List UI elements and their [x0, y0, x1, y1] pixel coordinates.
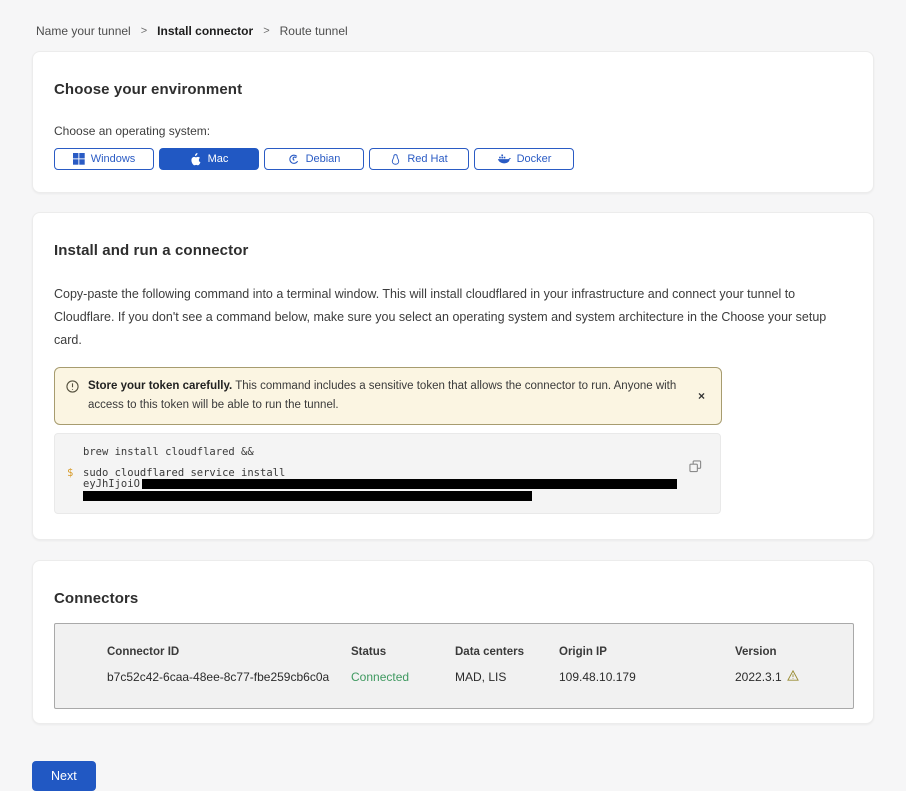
windows-logo-icon: [73, 153, 85, 165]
os-select-label: Choose an operating system:: [54, 124, 852, 138]
close-icon[interactable]: ×: [694, 388, 709, 404]
debian-swirl-icon: [288, 153, 300, 165]
os-button-mac[interactable]: Mac: [159, 148, 259, 170]
redacted-token-bar: [142, 479, 677, 489]
column-header-version: Version: [735, 646, 853, 658]
install-description: Copy-paste the following command into a …: [54, 283, 850, 352]
token-prefix: eyJhIjoiO: [83, 479, 140, 491]
column-header-origin-ip: Origin IP: [559, 646, 735, 658]
connectors-table: Connector ID Status Data centers Origin …: [54, 623, 854, 709]
os-button-label: Docker: [517, 153, 552, 165]
data-centers-value: MAD, LIS: [455, 670, 559, 684]
terminal-prompt: $: [67, 468, 83, 480]
column-header-data-centers: Data centers: [455, 646, 559, 658]
os-button-docker[interactable]: Docker: [474, 148, 574, 170]
connectors-card-title: Connectors: [54, 590, 852, 607]
docker-whale-icon: [497, 154, 511, 165]
os-button-label: Red Hat: [407, 153, 447, 165]
environment-card-title: Choose your environment: [54, 81, 852, 98]
column-header-status: Status: [351, 646, 455, 658]
token-warning-text: Store your token carefully. This command…: [88, 377, 685, 415]
warning-triangle-icon: [787, 670, 799, 684]
os-button-group: Windows Mac Debian Red Hat Docker: [54, 148, 852, 170]
origin-ip-value: 109.48.10.179: [559, 670, 735, 684]
alert-circle-icon: [66, 380, 79, 400]
token-warning-title: Store your token carefully.: [88, 380, 232, 392]
breadcrumb-step-route-tunnel[interactable]: Route tunnel: [280, 24, 348, 38]
install-connector-card: Install and run a connector Copy-paste t…: [32, 212, 874, 540]
install-command-block: brew install cloudflared && $ sudo cloud…: [54, 433, 721, 514]
breadcrumb-separator: >: [263, 25, 269, 37]
column-header-connector-id: Connector ID: [107, 646, 351, 658]
table-row: b7c52c42-6caa-48ee-8c77-fbe259cb6c0a Con…: [107, 670, 853, 684]
os-button-windows[interactable]: Windows: [54, 148, 154, 170]
breadcrumb: Name your tunnel > Install connector > R…: [0, 0, 906, 38]
os-button-label: Windows: [91, 153, 136, 165]
os-button-label: Mac: [208, 153, 229, 165]
environment-card: Choose your environment Choose an operat…: [32, 51, 874, 193]
install-card-title: Install and run a connector: [54, 242, 852, 259]
breadcrumb-step-name-your-tunnel[interactable]: Name your tunnel: [36, 24, 131, 38]
connector-id-value: b7c52c42-6caa-48ee-8c77-fbe259cb6c0a: [107, 670, 351, 684]
token-warning-banner: Store your token carefully. This command…: [54, 367, 722, 425]
copy-icon[interactable]: [687, 458, 704, 478]
version-value: 2022.3.1: [735, 670, 853, 684]
apple-icon: [190, 153, 202, 166]
os-button-debian[interactable]: Debian: [264, 148, 364, 170]
breadcrumb-step-install-connector[interactable]: Install connector: [157, 24, 253, 38]
version-number: 2022.3.1: [735, 670, 782, 684]
os-button-redhat[interactable]: Red Hat: [369, 148, 469, 170]
redhat-penguin-icon: [390, 153, 401, 166]
breadcrumb-separator: >: [141, 25, 147, 37]
next-button[interactable]: Next: [32, 761, 96, 791]
command-line-1: brew install cloudflared &&: [83, 447, 254, 459]
connectors-card: Connectors Connector ID Status Data cent…: [32, 560, 874, 724]
status-badge: Connected: [351, 670, 455, 684]
os-button-label: Debian: [306, 153, 341, 165]
connectors-table-header: Connector ID Status Data centers Origin …: [107, 646, 853, 658]
redacted-token-bar: [83, 491, 532, 501]
